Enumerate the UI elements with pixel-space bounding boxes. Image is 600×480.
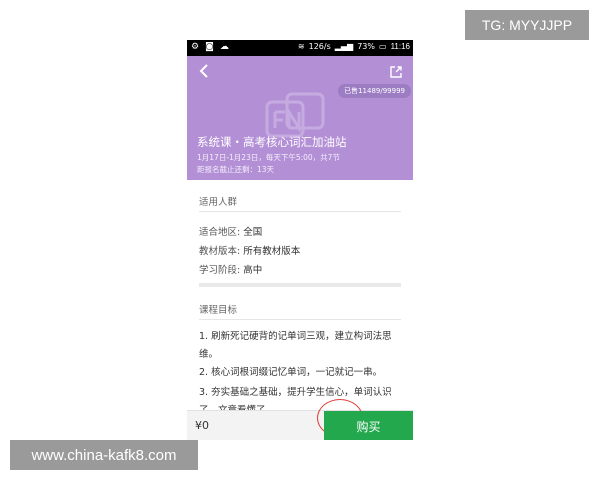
battery-percentage: 73% — [357, 42, 375, 51]
sold-count-badge: 已售11489/99999 — [338, 84, 411, 98]
share-icon — [390, 66, 402, 78]
camera-status-icon: ◙ — [205, 42, 214, 52]
phone-screen: ⚙ ◙ ☁ ≋ 126/s ▂▄▆ 73% ▭ 11:16 已售11489/99… — [187, 40, 413, 440]
section-divider — [199, 283, 401, 287]
share-button[interactable] — [389, 64, 403, 78]
textbook-row: 教材版本: 所有教材版本 — [199, 243, 300, 257]
region-row: 适合地区: 全国 — [199, 224, 262, 238]
course-header: 已售11489/99999 系统课・高考核心词汇加油站 1月17日-1月23日，… — [187, 56, 413, 180]
battery-icon: ▭ — [379, 42, 387, 51]
signal-icon: ▂▄▆ — [334, 42, 354, 51]
clock: 11:16 — [390, 42, 410, 51]
divider — [199, 211, 401, 212]
course-schedule: 1月17日-1月23日，每天下午5:00，共7节 — [197, 153, 340, 162]
region-value: 全国 — [243, 227, 263, 238]
course-title: 系统课・高考核心词汇加油站 — [197, 135, 347, 149]
price: ¥0 — [195, 419, 209, 432]
goal-item: 1. 刷新死记硬背的记单词三观，建立构词法思维。 — [199, 331, 392, 360]
audience-title: 适用人群 — [199, 197, 238, 208]
back-button[interactable] — [197, 64, 211, 78]
goals-title: 课程目标 — [199, 305, 238, 316]
status-icons-left: ⚙ ◙ ☁ — [191, 42, 229, 52]
weather-status-icon: ☁ — [219, 42, 229, 52]
settings-status-icon: ⚙ — [191, 42, 200, 52]
stage-label: 学习阶段: — [199, 265, 241, 276]
enroll-deadline: 距报名截止还剩：13天 — [197, 165, 275, 174]
wifi-icon: ≋ — [297, 42, 305, 51]
status-bar: ⚙ ◙ ☁ ≋ 126/s ▂▄▆ 73% ▭ 11:16 — [187, 40, 413, 56]
region-label: 适合地区: — [199, 227, 241, 238]
logo-watermark-icon — [265, 92, 325, 138]
network-speed: 126/s — [308, 42, 331, 51]
textbook-value: 所有教材版本 — [243, 246, 301, 257]
divider — [199, 319, 401, 320]
stage-row: 学习阶段: 高中 — [199, 262, 262, 276]
purchase-bar: ¥0 购买 — [187, 399, 413, 440]
watermark-bottom-left: www.china-kafk8.com — [10, 440, 198, 470]
buy-button[interactable]: 购买 — [324, 411, 413, 440]
watermark-top-right: TG: MYYJJPP — [465, 10, 589, 40]
chevron-left-icon — [199, 64, 208, 78]
course-details[interactable]: 适用人群 适合地区: 全国 教材版本: 所有教材版本 学习阶段: 高中 课程目标… — [187, 180, 413, 416]
status-icons-right: ≋ 126/s ▂▄▆ 73% ▭ 11:16 — [298, 42, 410, 51]
goal-item: 2. 核心词根词缀记忆单词，一记就记一串。 — [199, 367, 383, 378]
textbook-label: 教材版本: — [199, 246, 241, 257]
stage-value: 高中 — [243, 265, 263, 276]
